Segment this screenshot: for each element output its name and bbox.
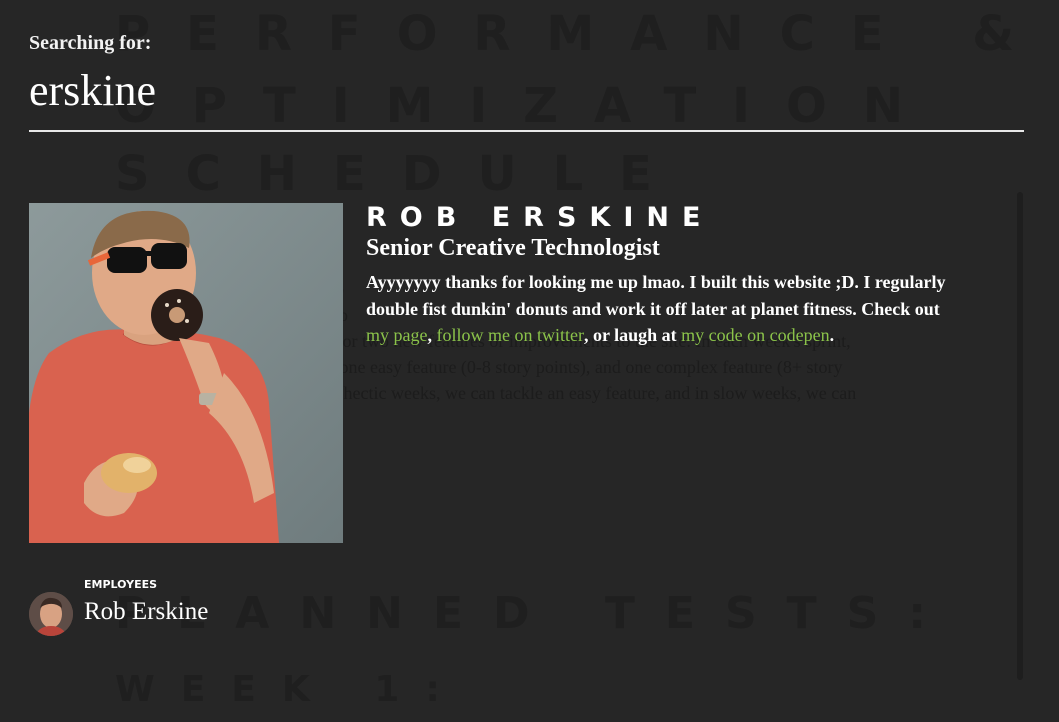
profile-info: ROB ERSKINE Senior Creative Technologist…: [366, 200, 966, 349]
bio-text: Ayyyyyyy thanks for looking me up lmao. …: [366, 272, 946, 319]
search-header: Searching for: erskine: [29, 30, 1024, 132]
codepen-link[interactable]: my code on codepen: [681, 325, 829, 345]
profile-bio: Ayyyyyyy thanks for looking me up lmao. …: [366, 269, 961, 349]
background-planned-tests: PLANNED TESTS:: [115, 588, 956, 639]
result-item-name[interactable]: Rob Erskine: [84, 598, 208, 626]
background-paragraph-line: n hectic weeks, we can tackle an easy fe…: [330, 383, 857, 403]
profile-photo-illustration: [29, 203, 343, 543]
scrollbar[interactable]: [1017, 192, 1023, 680]
avatar-face-icon: [29, 592, 73, 636]
profile-photo: [29, 203, 343, 543]
profile-name: ROB ERSKINE: [366, 202, 714, 233]
search-divider: [29, 130, 1024, 132]
background-week-label: WEEK 1:: [115, 669, 466, 710]
background-heading-line: SCHEDULE: [115, 146, 688, 202]
profile-title: Senior Creative Technologist: [366, 235, 660, 261]
search-label: Searching for:: [29, 32, 152, 54]
bio-separator: , or laugh at: [583, 325, 682, 345]
search-query[interactable]: erskine: [29, 66, 1024, 116]
bio-end: .: [829, 325, 835, 345]
avatar[interactable]: [29, 592, 73, 636]
my-page-link[interactable]: my page: [366, 325, 427, 345]
twitter-link[interactable]: follow me on twitter: [436, 325, 583, 345]
result-category-label: EMPLOYEES: [84, 578, 158, 591]
background-paragraph-line: : one easy feature (0-8 story points), a…: [330, 357, 843, 377]
